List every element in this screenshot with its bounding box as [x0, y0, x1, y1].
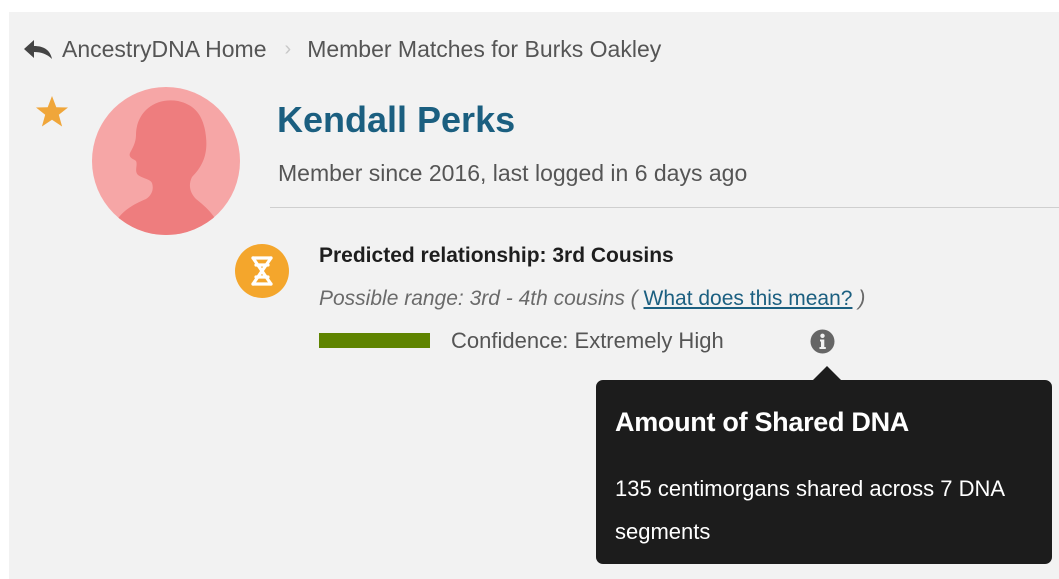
possible-range: Possible range: 3rd - 4th cousins ( What…: [319, 285, 865, 313]
tooltip-body: 135 centimorgans shared across 7 DNA seg…: [615, 476, 1004, 544]
reply-arrow-icon[interactable]: [22, 38, 54, 60]
confidence-label: Confidence: Extremely High: [451, 328, 724, 353]
shared-dna-tooltip: Amount of Shared DNA 135 centimorgans sh…: [596, 380, 1052, 564]
breadcrumb-current: Member Matches for Burks Oakley: [307, 35, 662, 62]
star-icon[interactable]: [34, 94, 70, 130]
breadcrumb-separator: ›: [284, 37, 292, 60]
confidence-bar: [319, 333, 430, 348]
relationship-badge: [235, 244, 289, 298]
member-name[interactable]: Kendall Perks: [277, 98, 515, 142]
predicted-relationship: Predicted relationship: 3rd Cousins: [319, 244, 674, 267]
dna-helix-icon: [251, 256, 273, 286]
what-does-this-mean-link[interactable]: What does this mean?: [644, 287, 853, 310]
breadcrumb: AncestryDNA Home › Member Matches for Bu…: [22, 36, 661, 62]
tooltip-title: Amount of Shared DNA: [615, 407, 909, 437]
breadcrumb-home-link[interactable]: AncestryDNA Home: [62, 36, 267, 63]
member-since-text: Member since 2016, last logged in 6 days…: [278, 160, 748, 186]
avatar[interactable]: [92, 87, 240, 235]
range-suffix: ): [858, 287, 866, 310]
range-prefix: Possible range: 3rd - 4th cousins (: [319, 287, 638, 310]
tooltip-arrow: [812, 366, 842, 381]
divider: [270, 207, 1059, 208]
info-icon[interactable]: [810, 329, 835, 354]
female-silhouette-icon: [110, 100, 222, 235]
